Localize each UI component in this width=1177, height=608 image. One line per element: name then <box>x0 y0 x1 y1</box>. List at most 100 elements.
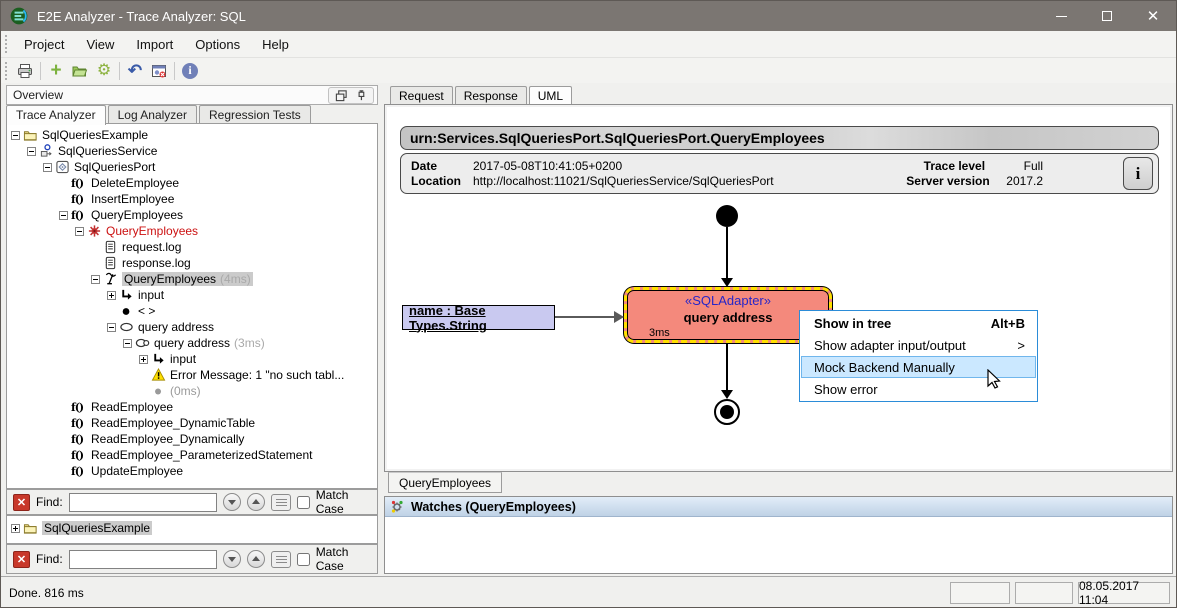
undo-button[interactable]: ↶ <box>123 60 147 82</box>
selected-tree-item: QueryEmployees (4ms) <box>122 272 253 286</box>
tab-response[interactable]: Response <box>455 86 527 105</box>
close-find-button[interactable]: ✕ <box>13 494 30 511</box>
expand-icon[interactable] <box>107 291 116 300</box>
tree-item-sqlqueriesexample[interactable]: SqlQueriesExample <box>11 127 377 143</box>
tree-item-label: < > <box>138 304 155 318</box>
tree-item-request-log[interactable]: request.log <box>91 239 377 255</box>
tree-item-sqlqueriesport[interactable]: SqlQueriesPort <box>43 159 377 175</box>
menu-item-show-adapter-io[interactable]: Show adapter input/output > <box>801 334 1036 356</box>
function-icon: f() <box>71 209 87 222</box>
match-case-label: Match Case <box>316 545 371 573</box>
find-input[interactable] <box>69 493 217 512</box>
add-button[interactable]: + <box>44 60 68 82</box>
tree-item-error-message[interactable]: Error Message: 1 "no such tabl... <box>139 367 377 383</box>
diagram-bottom-tab[interactable]: QueryEmployees <box>388 472 502 493</box>
match-case-checkbox[interactable] <box>297 496 310 509</box>
maximize-button[interactable] <box>1084 1 1130 31</box>
tab-log-analyzer[interactable]: Log Analyzer <box>108 105 197 124</box>
parameter-label-box[interactable]: name : Base Types.String <box>402 305 555 330</box>
tree-item-queryemployees-activity[interactable]: QueryEmployees (4ms) <box>91 271 377 287</box>
menu-options[interactable]: Options <box>184 33 251 56</box>
pin-panel-icon[interactable] <box>354 89 367 102</box>
tab-request[interactable]: Request <box>390 86 453 105</box>
function-icon: f() <box>71 177 87 190</box>
menu-item-label: Show error <box>814 382 878 397</box>
tree-item-end-state[interactable]: (0ms) <box>139 383 377 399</box>
find-next-button[interactable] <box>223 550 241 568</box>
tree-item-sqlqueriesexample-project[interactable]: SqlQueriesExample <box>11 520 377 536</box>
float-panel-icon[interactable] <box>335 89 348 102</box>
close-button[interactable]: ✕ <box>1130 1 1176 31</box>
menu-import[interactable]: Import <box>125 33 184 56</box>
tree-item-queryemployees-trace[interactable]: QueryEmployees <box>75 223 377 239</box>
collapse-icon[interactable] <box>43 163 52 172</box>
app-window: E2E Analyzer - Trace Analyzer: SQL ✕ Pro… <box>0 0 1177 608</box>
tree-item-state[interactable]: < > <box>107 303 377 319</box>
tree-item-response-log[interactable]: response.log <box>91 255 377 271</box>
tree-item-reademployee-parameterizedstatement[interactable]: f() ReadEmployee_ParameterizedStatement <box>59 447 377 463</box>
tree-item-reademployee-dynamically[interactable]: f() ReadEmployee_Dynamically <box>59 431 377 447</box>
expand-icon[interactable] <box>11 524 20 533</box>
collapse-icon[interactable] <box>91 275 100 284</box>
watches-icon <box>390 499 405 514</box>
tree-item-deleteemployee[interactable]: f() DeleteEmployee <box>59 175 377 191</box>
info-button-toolbar[interactable]: i <box>178 60 202 82</box>
app-logo-icon <box>9 6 29 26</box>
collapse-icon[interactable] <box>123 339 132 348</box>
tab-trace-analyzer[interactable]: Trace Analyzer <box>6 105 106 125</box>
menu-view[interactable]: View <box>75 33 125 56</box>
info-button[interactable]: i <box>1123 157 1153 190</box>
find-label: Find: <box>36 552 63 566</box>
tree-item-updateemployee[interactable]: f() UpdateEmployee <box>59 463 377 479</box>
tree-item-input[interactable]: input <box>107 287 377 303</box>
match-case-checkbox-2[interactable] <box>297 553 310 566</box>
toolbar-grip-2[interactable] <box>4 61 9 81</box>
find-previous-button[interactable] <box>247 550 265 568</box>
tree-item-query-address-call[interactable]: query address (3ms) <box>123 335 377 351</box>
tree-item-sqlqueriesservice[interactable]: SqlQueriesService <box>27 143 377 159</box>
tab-uml[interactable]: UML <box>529 86 572 106</box>
toolbar-grip[interactable] <box>4 34 9 55</box>
mouse-cursor-icon <box>987 369 1001 389</box>
trace-level-value: Full <box>1024 159 1043 173</box>
find-input-2[interactable] <box>69 550 217 569</box>
menu-item-label: Show in tree <box>814 316 891 331</box>
find-options-button[interactable] <box>271 494 291 511</box>
overview-title: Overview <box>7 88 63 102</box>
activity-icon <box>103 272 118 286</box>
node-stereotype: «SQLAdapter» <box>627 293 829 308</box>
collapse-icon[interactable] <box>11 131 20 140</box>
open-button[interactable] <box>68 60 92 82</box>
tab-regression-tests[interactable]: Regression Tests <box>199 105 311 124</box>
collapse-icon[interactable] <box>75 227 84 236</box>
close-find-button[interactable]: ✕ <box>13 551 30 568</box>
initial-state-node[interactable] <box>716 205 738 227</box>
trace-info-box: Date 2017-05-08T10:41:05+0200 Location h… <box>400 153 1159 194</box>
tree-item-query-address[interactable]: query address <box>107 319 377 335</box>
print-button[interactable] <box>13 60 37 82</box>
menu-help[interactable]: Help <box>251 33 300 56</box>
tree-item-label: QueryEmployees <box>106 224 198 238</box>
find-options-button[interactable] <box>271 551 291 568</box>
find-next-button[interactable] <box>223 493 241 511</box>
tree-item-label: response.log <box>122 256 191 270</box>
tree-item-insertemployee[interactable]: f() InsertEmployee <box>59 191 377 207</box>
collapse-icon[interactable] <box>59 211 68 220</box>
action-oval-icon <box>119 320 134 334</box>
expand-icon[interactable] <box>139 355 148 364</box>
tree-item-input-2[interactable]: input <box>139 351 377 367</box>
tree-item-reademployee-dynamictable[interactable]: f() ReadEmployee_DynamicTable <box>59 415 377 431</box>
tree-item-reademployee[interactable]: f() ReadEmployee <box>59 399 377 415</box>
detail-tabs: Request Response UML <box>390 86 574 105</box>
find-previous-button[interactable] <box>247 493 265 511</box>
minimize-button[interactable] <box>1038 1 1084 31</box>
trace-window-button[interactable] <box>147 60 171 82</box>
tree-item-label: request.log <box>122 240 181 254</box>
collapse-icon[interactable] <box>27 147 36 156</box>
collapse-icon[interactable] <box>107 323 116 332</box>
tree-item-queryemployees[interactable]: f() QueryEmployees <box>59 207 377 223</box>
final-state-node[interactable] <box>714 399 740 425</box>
menu-item-show-in-tree[interactable]: Show in tree Alt+B <box>801 312 1036 334</box>
menu-project[interactable]: Project <box>13 33 75 56</box>
settings-button[interactable]: ⚙ <box>92 60 116 82</box>
